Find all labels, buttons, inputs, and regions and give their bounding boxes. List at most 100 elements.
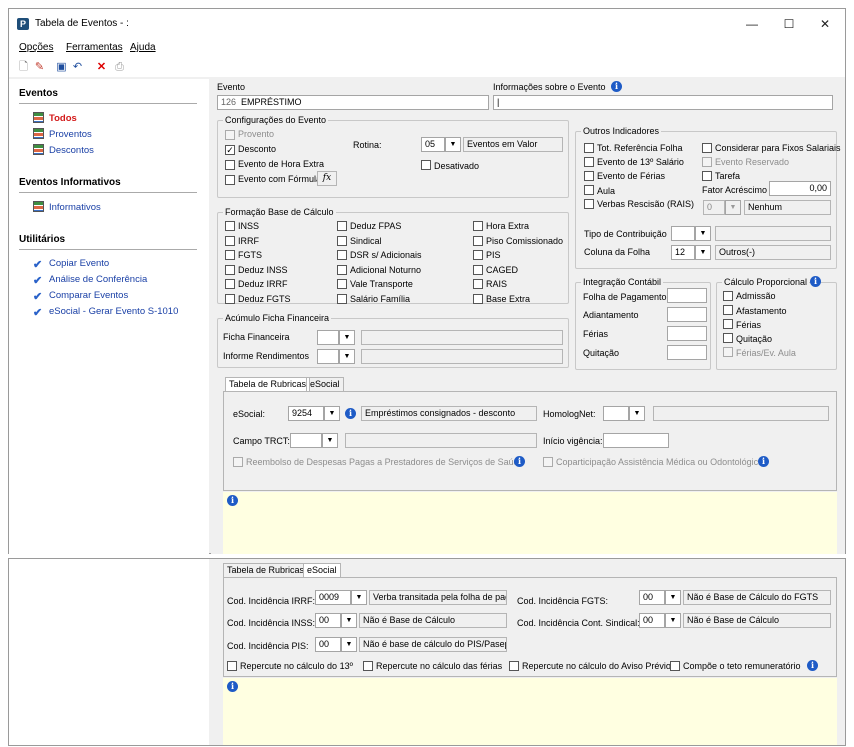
coluna-dropdown[interactable]: ▼ [695, 245, 711, 260]
formacao-checkbox-0-2[interactable] [225, 250, 235, 260]
esocial-dropdown[interactable]: ▼ [324, 406, 340, 421]
tab-tabela-rubricas[interactable]: Tabela de Rubricas [225, 377, 311, 392]
edit-icon[interactable]: ✎ [33, 61, 46, 74]
pis-dropdown[interactable]: ▼ [341, 637, 357, 652]
ficha-code[interactable] [317, 330, 339, 345]
prop-quitacao-checkbox[interactable] [723, 333, 733, 343]
tab-esocial-2[interactable]: eSocial [303, 563, 341, 578]
pis-code[interactable]: 00 [315, 637, 341, 652]
tot-ref-checkbox[interactable] [584, 143, 594, 153]
desativado-checkbox[interactable] [421, 160, 431, 170]
undo-icon[interactable]: ↶ [71, 61, 84, 74]
tipo-contrib-code[interactable] [671, 226, 695, 241]
ferias-checkbox[interactable] [584, 171, 594, 181]
integracao-adiant-input[interactable] [667, 307, 707, 322]
formacao-checkbox-2-4[interactable] [473, 279, 483, 289]
prop-admissao-checkbox[interactable] [723, 291, 733, 301]
formacao-checkbox-0-5[interactable] [225, 293, 235, 304]
formacao-checkbox-1-2[interactable] [337, 250, 347, 260]
info-icon[interactable]: i [758, 456, 769, 467]
formacao-checkbox-2-1[interactable] [473, 235, 483, 246]
reembolso-checkbox[interactable] [233, 457, 243, 467]
provento-checkbox[interactable] [225, 130, 235, 140]
prop-ferias-checkbox[interactable] [723, 319, 733, 329]
formacao-checkbox-1-3[interactable] [337, 264, 347, 275]
sidebar-item-copiar-evento[interactable]: ✔ Copiar Evento [33, 258, 109, 271]
integracao-ferias-input[interactable] [667, 326, 707, 341]
informe-dropdown[interactable]: ▼ [339, 349, 355, 364]
inicio-input[interactable] [603, 433, 669, 448]
trct-code[interactable] [290, 433, 322, 448]
sidebar-item-esocial-gerar[interactable]: ✔ eSocial - Gerar Evento S-1010 [33, 306, 178, 319]
considerar-checkbox[interactable] [702, 143, 712, 153]
print-icon[interactable]: ⎙ [113, 61, 126, 74]
sindical-dropdown[interactable]: ▼ [665, 613, 681, 628]
fgts-dropdown[interactable]: ▼ [665, 590, 681, 605]
ficha-dropdown[interactable]: ▼ [339, 330, 355, 345]
formacao-checkbox-1-4[interactable] [337, 279, 347, 289]
formacao-checkbox-1-1[interactable] [337, 235, 347, 246]
formacao-checkbox-0-3[interactable] [225, 264, 235, 275]
trct-dropdown[interactable]: ▼ [322, 433, 338, 448]
sidebar-item-todos[interactable]: Todos [33, 112, 77, 124]
esocial-code[interactable]: 9254 [288, 406, 324, 421]
formacao-checkbox-1-5[interactable] [337, 293, 347, 304]
homolognet-code[interactable] [603, 406, 629, 421]
formacao-checkbox-0-1[interactable] [225, 235, 235, 246]
hora-extra-checkbox[interactable] [225, 160, 235, 170]
aula-checkbox[interactable] [584, 185, 594, 195]
prop-ferias-aula-checkbox[interactable] [723, 347, 733, 357]
close-button[interactable]: ✕ [810, 15, 840, 33]
repaviso-checkbox[interactable] [509, 661, 519, 671]
formula-checkbox[interactable] [225, 175, 235, 185]
rotina-code[interactable]: 05 [421, 137, 445, 152]
minimize-button[interactable]: — [737, 15, 767, 33]
evento-field[interactable]: 126 EMPRÉSTIMO [217, 95, 489, 110]
coluna-code[interactable]: 12 [671, 245, 695, 260]
maximize-button[interactable]: ☐ [774, 15, 804, 33]
menu-ferramentas[interactable]: Ferramentas [66, 42, 123, 53]
delete-icon[interactable]: ✕ [95, 61, 108, 74]
info-evento-input[interactable]: | [493, 95, 833, 110]
formacao-checkbox-2-0[interactable] [473, 221, 483, 231]
integracao-quit-input[interactable] [667, 345, 707, 360]
formacao-checkbox-2-2[interactable] [473, 250, 483, 260]
reservado-checkbox[interactable] [702, 157, 712, 167]
formacao-checkbox-2-3[interactable] [473, 264, 483, 275]
info-icon[interactable]: i [514, 456, 525, 467]
tab-tabela-rubricas-2[interactable]: Tabela de Rubricas [223, 563, 309, 578]
info-icon[interactable]: i [807, 660, 818, 671]
homolognet-dropdown[interactable]: ▼ [629, 406, 645, 421]
sidebar-item-proventos[interactable]: Proventos [33, 128, 92, 140]
fx-button[interactable]: fx [317, 171, 337, 186]
formacao-checkbox-0-4[interactable] [225, 279, 235, 289]
sidebar-item-analise[interactable]: ✔ Análise de Conferência [33, 274, 147, 287]
tarefa-checkbox[interactable] [702, 171, 712, 181]
verbas-checkbox[interactable] [584, 199, 594, 209]
rep13-checkbox[interactable] [227, 661, 237, 671]
menu-opcoes[interactable]: Opções [19, 42, 53, 53]
menu-ajuda[interactable]: Ajuda [130, 42, 156, 53]
sidebar-item-descontos[interactable]: Descontos [33, 144, 94, 156]
tab-esocial[interactable]: eSocial [306, 377, 344, 392]
formacao-checkbox-2-5[interactable] [473, 293, 483, 304]
sidebar-item-informativos[interactable]: Informativos [33, 201, 101, 213]
teto-checkbox[interactable] [670, 661, 680, 671]
verbas-dropdown[interactable]: ▼ [725, 200, 741, 215]
formacao-checkbox-1-0[interactable] [337, 221, 347, 231]
save-icon[interactable]: ▣ [55, 61, 68, 74]
new-icon[interactable]: 🗋 [17, 61, 30, 74]
irrf-code[interactable]: 0009 [315, 590, 351, 605]
inss-dropdown[interactable]: ▼ [341, 613, 357, 628]
decimo-checkbox[interactable] [584, 157, 594, 167]
irrf-dropdown[interactable]: ▼ [351, 590, 367, 605]
fator-input[interactable]: 0,00 [769, 181, 831, 196]
inss-code[interactable]: 00 [315, 613, 341, 628]
sindical-code[interactable]: 00 [639, 613, 665, 628]
repferias-checkbox[interactable] [363, 661, 373, 671]
prop-afastamento-checkbox[interactable] [723, 305, 733, 315]
formacao-checkbox-0-0[interactable] [225, 221, 235, 231]
info-icon[interactable]: i [345, 408, 356, 419]
tipo-contrib-dropdown[interactable]: ▼ [695, 226, 711, 241]
informe-code[interactable] [317, 349, 339, 364]
